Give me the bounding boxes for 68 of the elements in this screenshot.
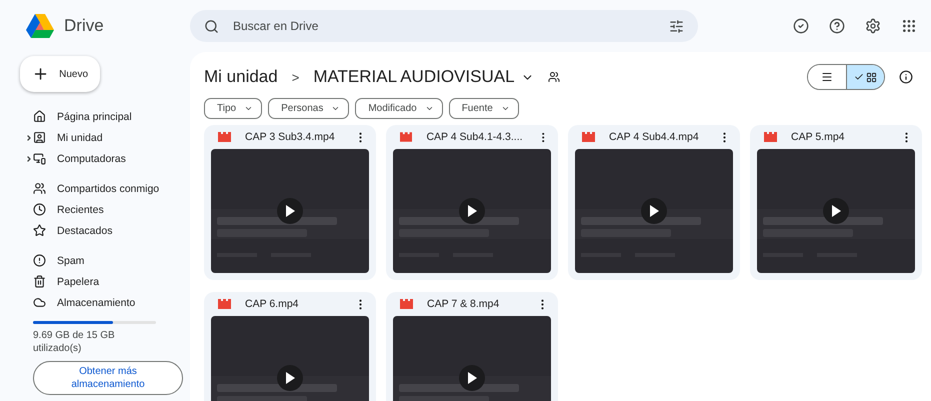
new-button[interactable]: Nuevo <box>20 56 100 92</box>
filter-chip[interactable]: Fuente <box>448 98 519 119</box>
filter-chip[interactable]: Modificado <box>355 98 443 119</box>
grid-icon <box>866 72 877 82</box>
offline-check-icon[interactable] <box>793 18 809 34</box>
file-card[interactable]: CAP 3 Sub3.4.mp4 <box>204 125 376 280</box>
file-name: CAP 7 & 8.mp4 <box>427 298 500 310</box>
video-file-icon <box>764 132 777 142</box>
video-file-icon <box>582 132 595 142</box>
sidebar-item-icon <box>33 182 46 195</box>
sidebar-item[interactable]: Mi unidad <box>0 127 180 148</box>
breadcrumb-separator: > <box>292 70 300 84</box>
caret-icon <box>331 104 340 113</box>
sidebar-item-icon <box>33 275 46 288</box>
sidebar-item[interactable]: Almacenamiento <box>0 292 180 313</box>
expand-caret-icon[interactable] <box>25 134 33 142</box>
get-storage-button[interactable]: Obtener más almacenamiento <box>33 361 183 395</box>
file-card[interactable]: CAP 4 Sub4.4.mp4 <box>568 125 740 280</box>
expand-caret-icon[interactable] <box>25 154 33 162</box>
grid-view-button[interactable] <box>846 65 884 89</box>
filter-chip[interactable]: Tipo <box>204 98 262 119</box>
file-name: CAP 4 Sub4.4.mp4 <box>609 131 700 143</box>
sidebar-item[interactable]: Destacados <box>0 220 180 241</box>
file-card[interactable]: CAP 4 Sub4.1-4.3.... <box>386 125 558 280</box>
list-icon <box>821 71 833 83</box>
video-file-icon <box>400 299 413 309</box>
caret-icon <box>244 104 254 113</box>
search-bar[interactable]: Buscar en Drive <box>190 10 698 42</box>
file-card[interactable]: CAP 5.mp4 <box>750 125 922 280</box>
sidebar-item[interactable]: Spam <box>0 250 180 271</box>
video-file-icon <box>218 132 231 142</box>
apps-grid-icon[interactable] <box>901 18 917 34</box>
sidebar-item-icon <box>33 203 46 216</box>
search-input[interactable]: Buscar en Drive <box>231 18 657 34</box>
caret-icon <box>424 104 434 113</box>
shared-folder-icon <box>548 71 560 83</box>
sidebar-item-icon <box>33 296 46 309</box>
file-name: CAP 4 Sub4.1-4.3.... <box>426 131 523 143</box>
sidebar-item[interactable]: Recientes <box>0 199 180 220</box>
sidebar-item-icon <box>33 131 46 144</box>
sidebar-item[interactable]: Compartidos conmigo <box>0 178 180 199</box>
sidebar-item-icon <box>33 254 46 267</box>
file-card[interactable]: CAP 6.mp4 <box>204 292 376 401</box>
filter-chip[interactable]: Personas <box>268 98 350 119</box>
folder-title[interactable]: MATERIAL AUDIOVISUAL <box>313 67 515 87</box>
sidebar-item[interactable]: Papelera <box>0 271 180 292</box>
filter-options-icon[interactable] <box>669 18 684 34</box>
video-file-icon <box>218 299 231 309</box>
file-name: CAP 3 Sub3.4.mp4 <box>245 131 336 143</box>
file-name: CAP 5.mp4 <box>791 131 846 143</box>
sidebar-item-icon <box>33 224 46 237</box>
sidebar-item[interactable]: Página principal <box>0 106 180 127</box>
file-name: CAP 6.mp4 <box>245 298 300 310</box>
drive-logo-icon <box>26 14 54 38</box>
sidebar-item-icon <box>33 110 46 123</box>
app-name: Drive <box>64 16 104 36</box>
breadcrumb-link[interactable]: Mi unidad <box>204 67 278 87</box>
caret-icon <box>500 104 510 113</box>
help-icon[interactable] <box>829 18 845 34</box>
check-icon <box>854 72 864 82</box>
sidebar-item[interactable]: Computadoras <box>0 148 180 169</box>
storage-usage: 9.69 GB de 15 GB utilizado(s) <box>33 329 116 355</box>
file-card[interactable]: CAP 7 & 8.mp4 <box>386 292 558 401</box>
video-file-icon <box>400 132 412 142</box>
sidebar-item-icon <box>33 152 46 165</box>
settings-icon[interactable] <box>865 18 881 34</box>
info-icon[interactable] <box>899 70 913 84</box>
search-icon <box>204 18 219 34</box>
